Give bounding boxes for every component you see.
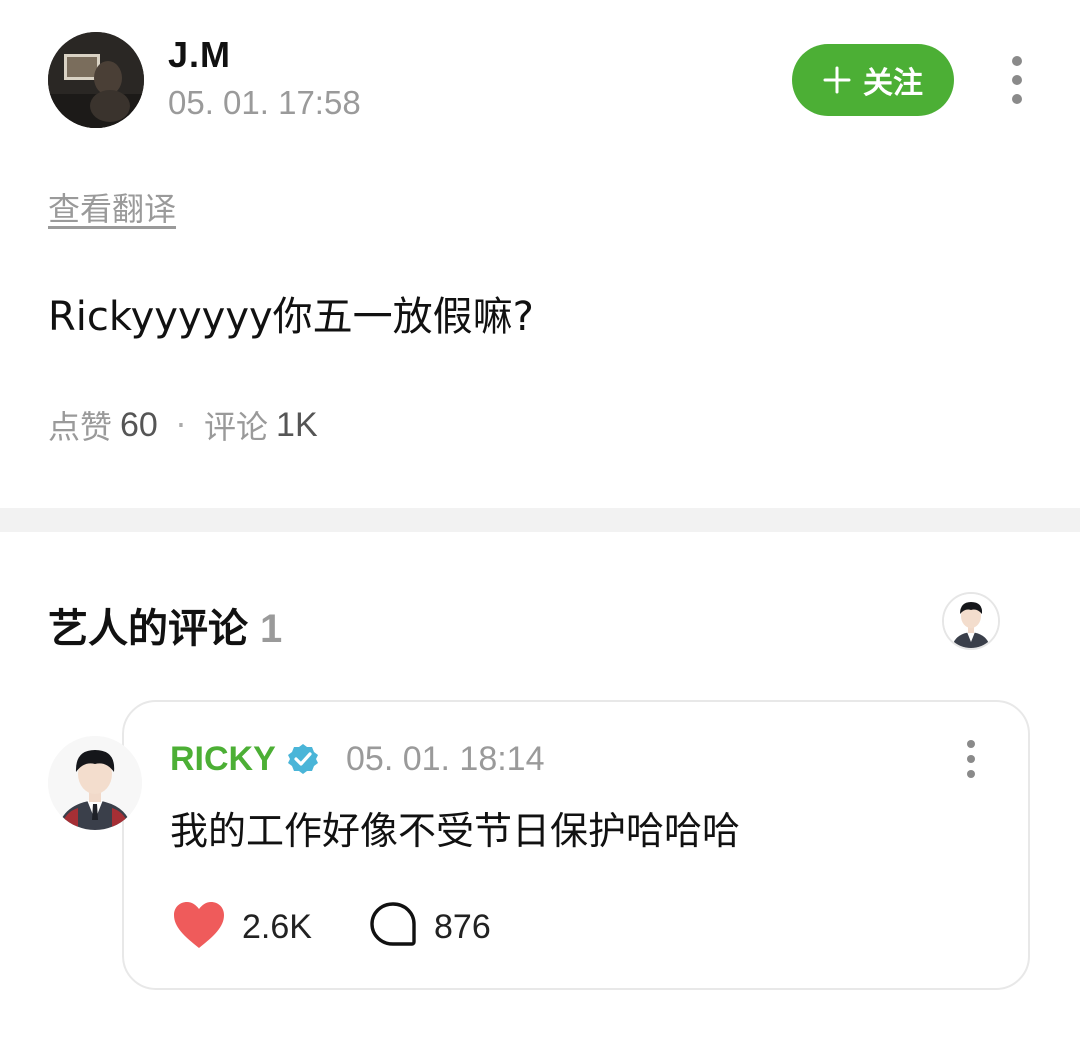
commenter-name[interactable]: RICKY <box>170 740 276 779</box>
comments-label[interactable]: 评论 <box>204 402 268 448</box>
comment-like-button[interactable]: 2.6K <box>172 900 312 954</box>
follow-button[interactable]: 关注 <box>792 44 954 116</box>
heart-icon <box>172 900 226 954</box>
artist-comments-title: 艺人的评论 1 <box>48 596 282 654</box>
post-stats: 点赞 60 · 评论 1K <box>48 402 318 448</box>
likes-count: 60 <box>120 405 158 444</box>
artist-avatar-mini[interactable] <box>942 592 1000 650</box>
translate-link[interactable]: 查看翻译 <box>48 184 176 230</box>
author-avatar[interactable] <box>48 32 144 128</box>
commenter-avatar[interactable] <box>48 736 142 830</box>
likes-label: 点赞 <box>48 408 113 446</box>
comment-timestamp: 05. 01. 18:14 <box>346 740 545 778</box>
plus-icon <box>823 66 851 94</box>
stats-separator: · <box>175 406 187 444</box>
comments-count[interactable]: 1K <box>276 406 318 445</box>
section-title-text: 艺人的评论 <box>48 606 248 652</box>
comment-like-count: 2.6K <box>242 907 312 946</box>
author-name[interactable]: J.M <box>168 34 231 76</box>
section-count: 1 <box>260 607 283 651</box>
verified-badge-icon <box>286 742 320 776</box>
comment-bubble-icon <box>368 900 418 954</box>
more-vertical-icon[interactable] <box>1002 56 1032 104</box>
comment-text: 我的工作好像不受节日保护哈哈哈 <box>170 809 741 853</box>
comment-more-vertical-icon[interactable] <box>956 740 986 778</box>
comment-reply-count: 876 <box>434 907 491 946</box>
follow-label: 关注 <box>863 66 923 101</box>
post-body: Rickyyyyyy你五一放假嘛? <box>48 294 534 340</box>
section-divider <box>0 508 1080 532</box>
post-timestamp: 05. 01. 17:58 <box>168 84 361 121</box>
comment-reply-button[interactable]: 876 <box>368 900 491 954</box>
